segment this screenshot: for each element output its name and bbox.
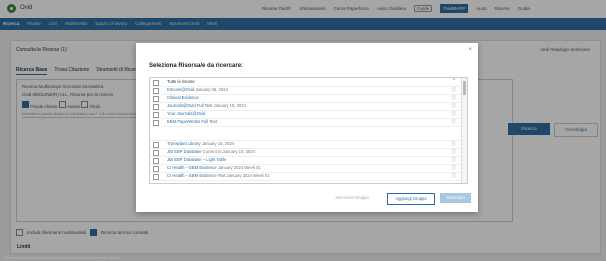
select-resource-dialog: × Seleziona Risorsa/e da ricercare: Tutt… bbox=[136, 43, 478, 212]
resource-label: JBI EBP Database Current to January 15, … bbox=[167, 149, 255, 154]
scrollbar-thumb[interactable] bbox=[463, 81, 466, 95]
resource-label: Your Journals@Ovid bbox=[167, 111, 206, 116]
resource-label: Emcare@Ovid January 06, 2024 bbox=[167, 87, 228, 92]
info-icon[interactable]: ⓘ bbox=[452, 173, 457, 179]
info-icon[interactable]: ⓘ bbox=[452, 141, 457, 147]
resource-list: Tutte le risorse ^ Emcare@Ovid January 06… bbox=[149, 77, 468, 184]
resource-label: CI Health – EBM Evidence January 2024 We… bbox=[167, 165, 261, 170]
info-icon[interactable]: ⓘ bbox=[452, 149, 457, 155]
confirm-selection-button[interactable]: Seleziona bbox=[440, 193, 471, 203]
select-group-button[interactable]: Seleziona Gruppo bbox=[329, 193, 375, 203]
collapse-caret-icon[interactable]: ^ bbox=[453, 78, 455, 84]
resource-label: Transplant Library January 15, 2024 bbox=[167, 141, 235, 146]
resource-label: CI Health – EBM Evidence Text January 20… bbox=[167, 173, 270, 178]
page-footer: Informazioni su Ovid Privacy Termini di … bbox=[5, 255, 119, 260]
info-icon[interactable]: ⓘ bbox=[452, 87, 457, 93]
list-spacer bbox=[150, 126, 461, 141]
resource-checkbox[interactable] bbox=[153, 174, 159, 180]
info-icon[interactable]: ⓘ bbox=[452, 103, 457, 109]
info-icon[interactable]: ⓘ bbox=[452, 157, 457, 163]
info-icon[interactable]: ⓘ bbox=[452, 165, 457, 171]
dialog-title: Seleziona Risorsa/e da ricercare: bbox=[149, 63, 244, 69]
add-group-button[interactable]: Aggiungi Gruppo bbox=[387, 193, 435, 205]
list-item[interactable]: CI Health – EBM Evidence Text January 20… bbox=[150, 172, 461, 181]
info-icon[interactable]: ⓘ bbox=[452, 111, 457, 117]
resource-label: Clinical Evidence bbox=[167, 95, 199, 100]
resource-label: JBI EBP Database – Light Table bbox=[167, 157, 227, 162]
resource-label: EBM PaperWorks Full Text bbox=[167, 119, 217, 124]
resource-label: Journals@Ovid Full Text January 15, 2024 bbox=[167, 103, 246, 108]
list-scrollbar[interactable] bbox=[461, 78, 467, 183]
info-icon[interactable]: ⓘ bbox=[452, 95, 457, 101]
resource-label: Tutte le risorse bbox=[167, 79, 195, 84]
info-icon[interactable]: ⓘ bbox=[452, 119, 457, 125]
close-icon[interactable]: × bbox=[468, 47, 472, 53]
